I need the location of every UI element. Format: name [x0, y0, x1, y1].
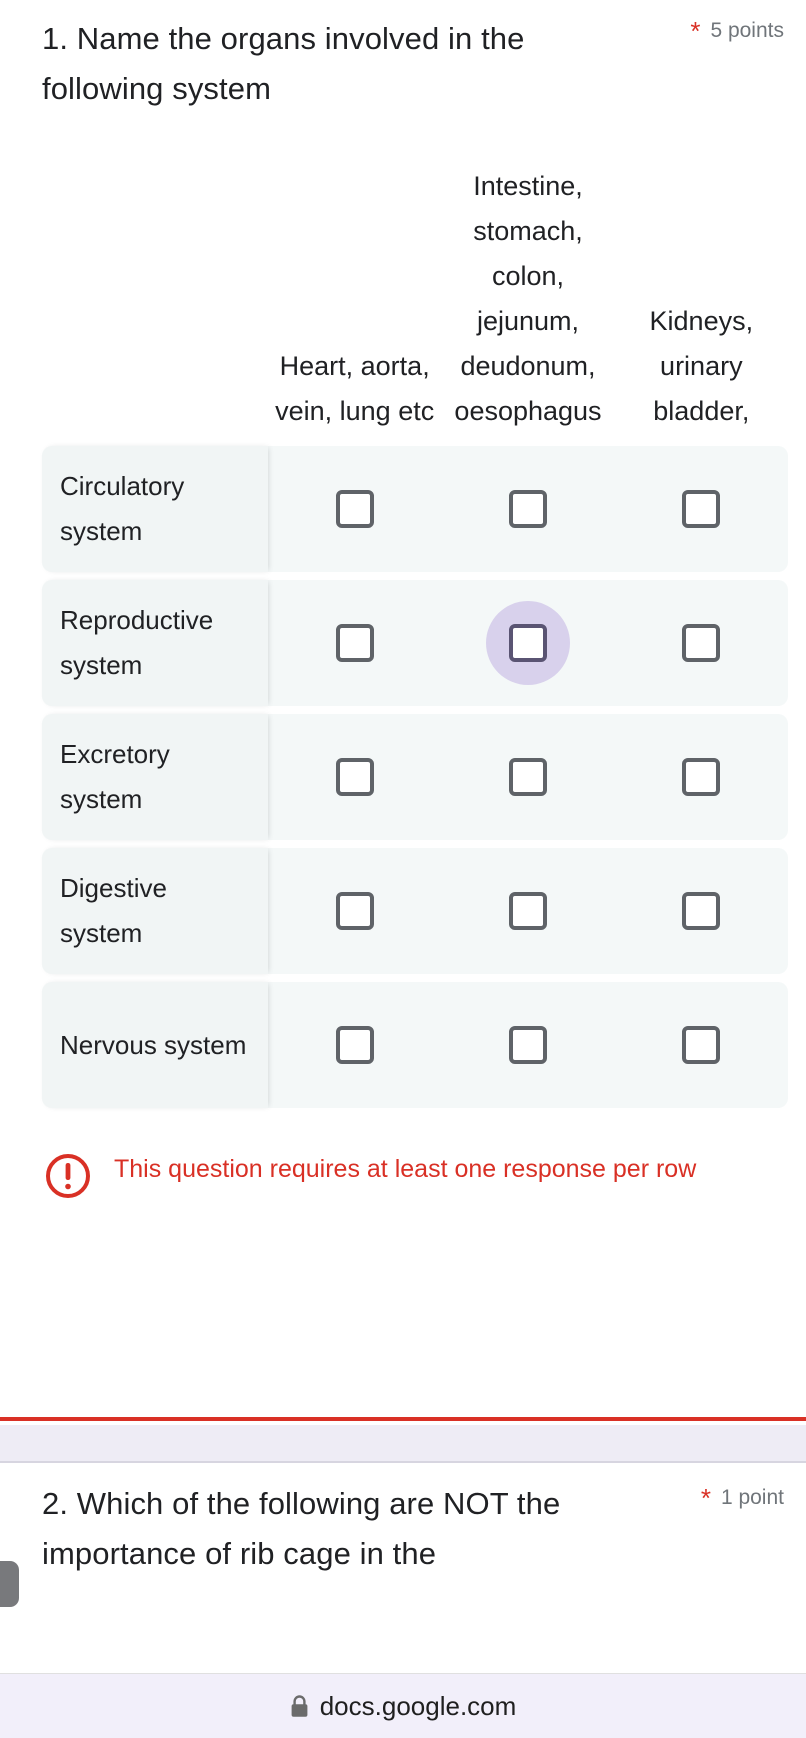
- question-card-2: 2. Which of the following are NOT the im…: [0, 1465, 806, 1674]
- grid-column-header-0: Heart, aorta, vein, lung etc: [275, 351, 435, 426]
- question-2-header: 2. Which of the following are NOT the im…: [0, 1465, 806, 1579]
- grid-cell-2-1[interactable]: [441, 758, 614, 796]
- grid-rows: Circulatory system Reproductive system E…: [0, 446, 806, 1108]
- grid-cell-4-1[interactable]: [441, 1026, 614, 1064]
- grid-row-label-4: Nervous system: [42, 982, 268, 1108]
- checkbox-grid: Heart, aorta, vein, lung etc Intestine, …: [0, 144, 806, 1108]
- grid-cell-0-2[interactable]: [615, 490, 788, 528]
- grid-column-headers: Heart, aorta, vein, lung etc Intestine, …: [0, 144, 806, 434]
- grid-row-cells-1: [268, 580, 788, 706]
- question-2-title: 2. Which of the following are NOT the im…: [42, 1486, 561, 1571]
- grid-row-cells-4: [268, 982, 788, 1108]
- checkbox-1-0[interactable]: [335, 624, 374, 662]
- checkbox-2-1[interactable]: [508, 758, 547, 796]
- checkbox-0-1[interactable]: [508, 490, 547, 528]
- grid-row-label-1: Reproductive system: [42, 580, 268, 706]
- grid-cell-2-2[interactable]: [615, 758, 788, 796]
- grid-column-header-2: Kidneys, urinary bladder,: [649, 306, 754, 426]
- checkbox-3-0[interactable]: [335, 892, 374, 930]
- checkbox-3-2[interactable]: [682, 892, 721, 930]
- table-row: Reproductive system: [42, 580, 788, 706]
- grid-cell-3-0[interactable]: [268, 892, 441, 930]
- grid-cell-1-1[interactable]: [441, 601, 614, 685]
- question-1-meta: * 5 points: [690, 18, 784, 44]
- question-card-1: 1. Name the organs involved in the follo…: [0, 0, 806, 1421]
- scrollbar-thumb[interactable]: [0, 1561, 19, 1607]
- grid-cell-0-0[interactable]: [268, 490, 441, 528]
- checkbox-3-1[interactable]: [508, 892, 547, 930]
- checkbox-0-2[interactable]: [682, 490, 721, 528]
- checkbox-2-2[interactable]: [682, 758, 721, 796]
- grid-cell-4-2[interactable]: [615, 1026, 788, 1064]
- required-asterisk-icon: *: [700, 1483, 711, 1513]
- question-2-meta: * 1 point: [701, 1485, 784, 1511]
- table-row: Circulatory system: [42, 446, 788, 572]
- checkbox-1-1[interactable]: [508, 624, 547, 662]
- question-2-points: 1 point: [720, 1486, 784, 1509]
- checkbox-4-1[interactable]: [508, 1026, 547, 1064]
- required-asterisk-icon: *: [690, 16, 701, 46]
- question-1-header: 1. Name the organs involved in the follo…: [0, 0, 806, 114]
- grid-row-label-2: Excretory system: [42, 714, 268, 840]
- question-1-title: 1. Name the organs involved in the follo…: [42, 21, 525, 106]
- grid-row-label-0: Circulatory system: [42, 446, 268, 572]
- grid-cell-1-0[interactable]: [268, 624, 441, 662]
- validation-error: This question requires at least one resp…: [0, 1116, 806, 1200]
- grid-cell-1-2[interactable]: [615, 624, 788, 662]
- browser-url-bar[interactable]: docs.google.com: [0, 1674, 806, 1738]
- grid-row-label-3: Digestive system: [42, 848, 268, 974]
- checkbox-2-0[interactable]: [335, 758, 374, 796]
- grid-row-cells-0: [268, 446, 788, 572]
- grid-cell-0-1[interactable]: [441, 490, 614, 528]
- checkbox-1-2[interactable]: [682, 624, 721, 662]
- grid-cell-4-0[interactable]: [268, 1026, 441, 1064]
- error-message: This question requires at least one resp…: [114, 1155, 697, 1183]
- table-row: Nervous system: [42, 982, 788, 1108]
- section-gap-band: [0, 1425, 806, 1463]
- checkbox-4-2[interactable]: [682, 1026, 721, 1064]
- checkbox-0-0[interactable]: [335, 490, 374, 528]
- error-exclamation-icon: [44, 1152, 92, 1200]
- lock-icon: [290, 1694, 309, 1718]
- grid-column-header-1: Intestine, stomach, colon, jejunum, deud…: [454, 171, 602, 426]
- question-1-points: 5 points: [710, 19, 784, 42]
- grid-row-cells-3: [268, 848, 788, 974]
- grid-row-cells-2: [268, 714, 788, 840]
- checkbox-4-0[interactable]: [335, 1026, 374, 1064]
- table-row: Excretory system: [42, 714, 788, 840]
- grid-cell-3-1[interactable]: [441, 892, 614, 930]
- grid-cell-3-2[interactable]: [615, 892, 788, 930]
- grid-cell-2-0[interactable]: [268, 758, 441, 796]
- table-row: Digestive system: [42, 848, 788, 974]
- url-text: docs.google.com: [319, 1691, 517, 1721]
